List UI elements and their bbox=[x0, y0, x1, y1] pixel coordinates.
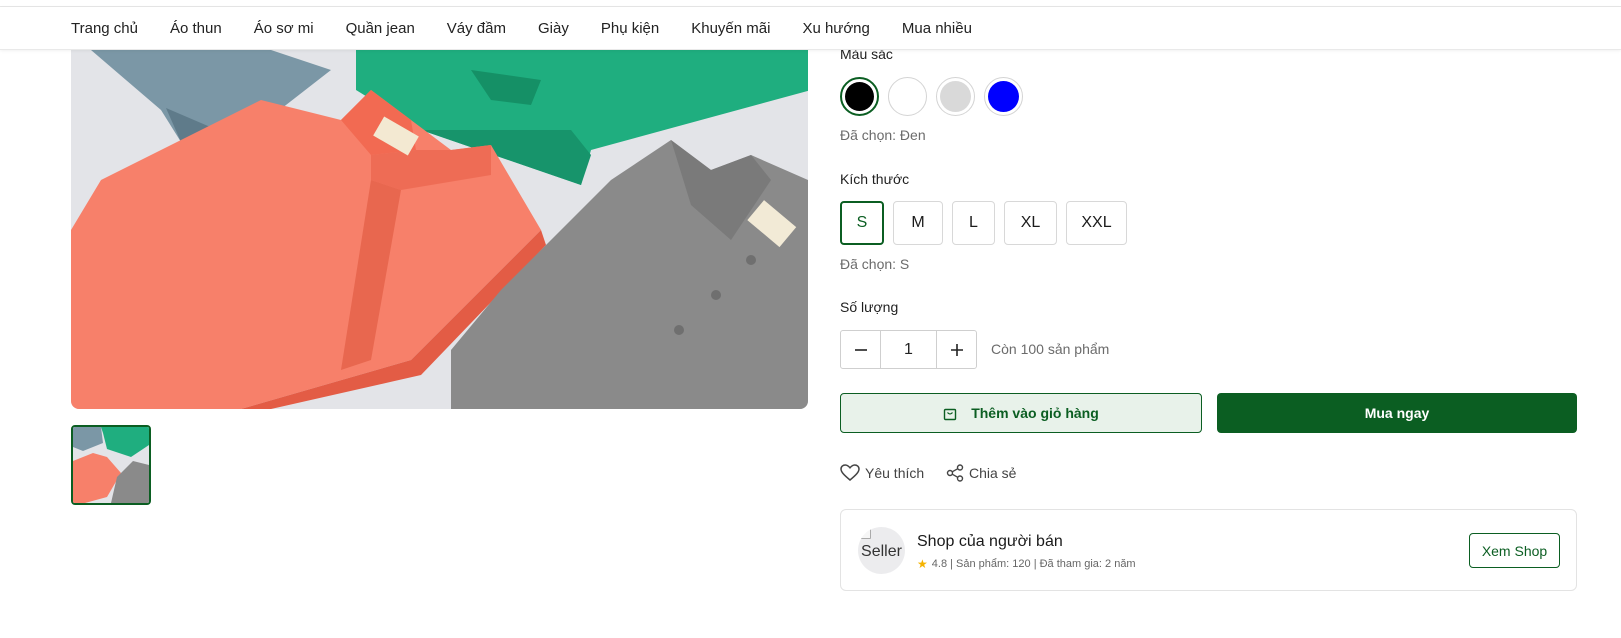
star-icon: ★ bbox=[917, 557, 928, 571]
nav-item-shirts[interactable]: Áo sơ mi bbox=[254, 20, 314, 37]
size-option-s[interactable]: S bbox=[840, 201, 884, 245]
nav-item-best-sellers[interactable]: Mua nhiều bbox=[902, 20, 972, 37]
polo-shirts-photo bbox=[71, 30, 808, 409]
main-navigation: Trang chủ Áo thun Áo sơ mi Quần jean Váy… bbox=[0, 7, 1621, 50]
nav-item-accessories[interactable]: Phụ kiện bbox=[601, 20, 659, 37]
nav-item-jeans[interactable]: Quần jean bbox=[346, 20, 415, 37]
seller-name: Shop của người bán bbox=[917, 533, 1063, 550]
seller-avatar-alt: Seller bbox=[861, 543, 902, 560]
nav-item-dresses[interactable]: Váy đầm bbox=[447, 20, 506, 37]
share-button[interactable]: Chia sẻ bbox=[946, 464, 1016, 482]
color-swatch-gray[interactable] bbox=[936, 77, 975, 116]
stock-text: Còn 100 sản phẩm bbox=[991, 341, 1110, 357]
swatch-fill bbox=[892, 81, 923, 112]
color-swatch-white[interactable] bbox=[888, 77, 927, 116]
size-option-xl[interactable]: XL bbox=[1004, 201, 1057, 245]
broken-image-icon bbox=[860, 529, 871, 539]
favorite-button[interactable]: Yêu thích bbox=[840, 464, 924, 482]
view-shop-button[interactable]: Xem Shop bbox=[1469, 533, 1560, 568]
plus-icon bbox=[950, 343, 963, 356]
color-swatch-blue[interactable] bbox=[984, 77, 1023, 116]
add-to-cart-label: Thêm vào giỏ hàng bbox=[971, 405, 1099, 421]
seller-card: Seller Shop của người bán ★ 4.8 | Sản ph… bbox=[840, 509, 1577, 591]
swatch-fill bbox=[845, 82, 874, 111]
favorite-label: Yêu thích bbox=[865, 465, 925, 481]
share-icon bbox=[946, 464, 964, 482]
nav-item-promotions[interactable]: Khuyến mãi bbox=[691, 20, 770, 37]
add-to-cart-button[interactable]: Thêm vào giỏ hàng bbox=[840, 393, 1202, 433]
nav-item-trends[interactable]: Xu hướng bbox=[802, 20, 869, 37]
selected-size-text: Đã chọn: S bbox=[840, 256, 910, 272]
quantity-input[interactable]: 1 bbox=[880, 331, 937, 368]
product-thumbnail[interactable] bbox=[71, 425, 151, 505]
share-label: Chia sẻ bbox=[969, 465, 1017, 481]
swatch-fill bbox=[988, 81, 1019, 112]
size-option-xxl[interactable]: XXL bbox=[1066, 201, 1127, 245]
selected-color-text: Đã chọn: Đen bbox=[840, 127, 926, 143]
size-option-m[interactable]: M bbox=[893, 201, 943, 245]
color-swatch-black[interactable] bbox=[840, 77, 879, 116]
nav-item-shoes[interactable]: Giày bbox=[538, 20, 569, 37]
heart-icon bbox=[840, 464, 860, 481]
minus-icon bbox=[854, 348, 867, 351]
seller-avatar: Seller bbox=[858, 527, 905, 574]
quantity-decrease-button[interactable] bbox=[841, 331, 880, 368]
shopping-bag-icon bbox=[944, 408, 957, 420]
seller-meta-text: 4.8 | Sản phẩm: 120 | Đã tham gia: 2 năm bbox=[931, 558, 1136, 570]
nav-item-home[interactable]: Trang chủ bbox=[71, 20, 138, 37]
buy-now-button[interactable]: Mua ngay bbox=[1217, 393, 1577, 433]
size-label: Kích thước bbox=[840, 171, 910, 187]
quantity-stepper: 1 bbox=[840, 330, 977, 369]
swatch-fill bbox=[940, 81, 971, 112]
quantity-increase-button[interactable] bbox=[937, 331, 976, 368]
thumbnail-photo bbox=[73, 427, 149, 503]
size-option-l[interactable]: L bbox=[952, 201, 995, 245]
product-main-image bbox=[71, 30, 808, 409]
quantity-label: Số lượng bbox=[840, 299, 899, 315]
nav-item-tshirts[interactable]: Áo thun bbox=[170, 20, 222, 37]
seller-meta: ★ 4.8 | Sản phẩm: 120 | Đã tham gia: 2 n… bbox=[917, 557, 1136, 571]
